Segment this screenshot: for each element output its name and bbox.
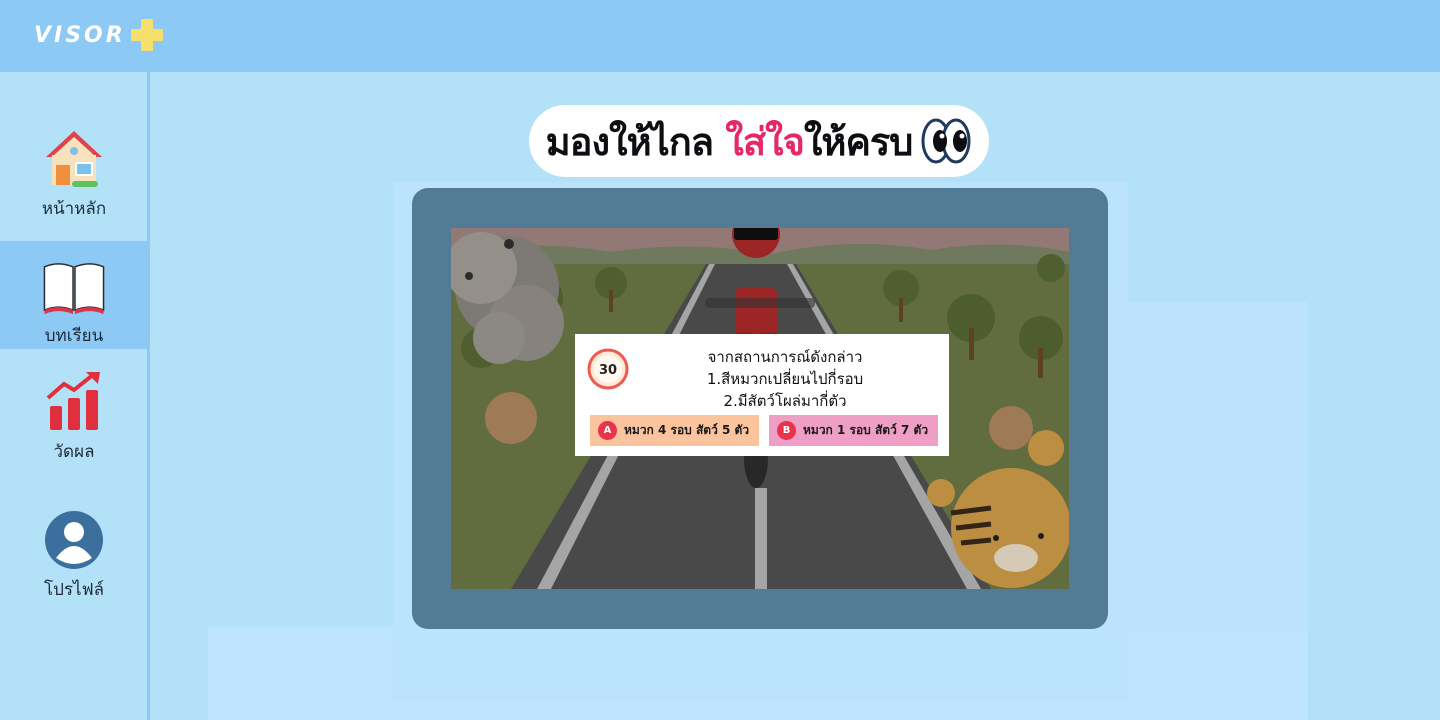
sidebar-item-label: โปรไฟล์ [43,580,105,600]
video-frame: 30 จากสถานการณ์ดังกล่าว 1.สีหมวกเปลี่ยนไ… [412,188,1108,629]
quiz-question: จากสถานการณ์ดังกล่าว 1.สีหมวกเปลี่ยนไปกี… [635,346,935,412]
title-part-1: มองให้ไกล [545,119,726,164]
timer-value: 30 [599,363,617,378]
option-label: หมวก 4 รอบ สัตว์ 5 ตัว [624,423,750,437]
eyes-icon [921,118,971,164]
answer-option-b[interactable]: B หมวก 1 รอบ สัตว์ 7 ตัว [769,415,938,446]
sidebar: หน้าหลัก บทเรียน วัดผล โปรไฟล์ [0,72,150,720]
sidebar-item-home[interactable]: หน้าหลัก [0,127,148,227]
quiz-card: 30 จากสถานการณ์ดังกล่าว 1.สีหมวกเปลี่ยนไ… [575,334,949,456]
house-icon [46,131,102,187]
timer-icon: 30 [587,348,629,390]
background-panel [1108,302,1308,632]
title-accent: ใส่ใจ [725,119,805,164]
page-title: มองให้ไกล ใส่ใจให้ครบ [529,105,989,177]
sidebar-item-assessment[interactable]: วัดผล [0,370,148,470]
title-part-2: ให้ครบ [803,119,914,164]
question-line: 1.สีหมวกเปลี่ยนไปกี่รอบ [706,370,864,388]
answer-option-a[interactable]: A หมวก 4 รอบ สัตว์ 5 ตัว [590,415,759,446]
sidebar-item-profile[interactable]: โปรไฟล์ [0,508,148,608]
main-content: มองให้ไกล ใส่ใจให้ครบ 30 จากสถานการณ์ดัง… [153,72,1440,720]
visor-logo[interactable]: VISOR [34,18,164,52]
top-bar: VISOR [0,0,1440,72]
plus-icon [130,19,163,51]
logo-text: VISOR [34,22,126,48]
open-book-icon [43,263,105,315]
sidebar-item-label: บทเรียน [44,326,104,346]
user-avatar-icon [45,511,103,569]
title-text: มองให้ไกล ใส่ใจให้ครบ [545,111,914,172]
sidebar-item-lessons[interactable]: บทเรียน [0,241,148,349]
option-label: หมวก 1 รอบ สัตว์ 7 ตัว [803,423,929,437]
question-line: 2.มีสัตว์โผล่มากี่ตัว [723,392,847,410]
game-video[interactable]: 30 จากสถานการณ์ดังกล่าว 1.สีหมวกเปลี่ยนไ… [451,228,1069,589]
sidebar-item-label: วัดผล [53,442,95,462]
bar-chart-trend-icon [46,372,100,430]
question-line: จากสถานการณ์ดังกล่าว [707,348,863,366]
sidebar-item-label: หน้าหลัก [41,199,107,219]
option-key-badge: A [598,421,617,440]
option-key-badge: B [777,421,796,440]
